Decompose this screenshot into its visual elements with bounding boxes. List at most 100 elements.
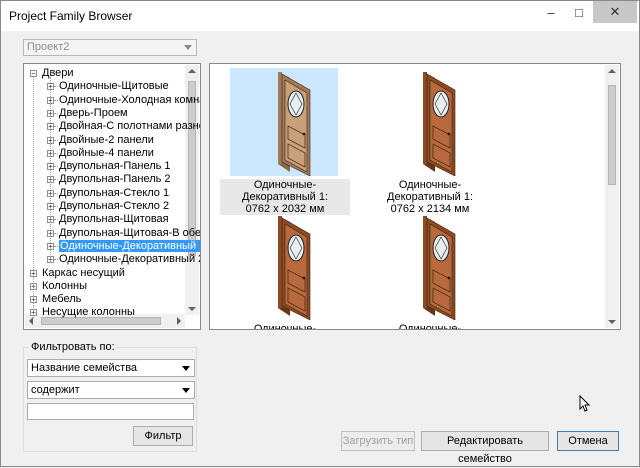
scroll-down-icon[interactable] bbox=[188, 307, 196, 311]
tree-item-label: Двери bbox=[42, 67, 74, 79]
thumbnail-caption: Одиночные-Декоративный 1: bbox=[398, 323, 462, 330]
tree-guide-line bbox=[54, 126, 58, 128]
chevron-down-icon bbox=[182, 388, 190, 393]
tree-item-label: Колонны bbox=[42, 279, 87, 292]
load-type-button[interactable]: Загрузить тип bbox=[341, 431, 415, 451]
title-bar: Project Family Browser – □ ✕ bbox=[1, 1, 639, 31]
minimize-icon: – bbox=[547, 4, 555, 20]
tree-item[interactable]: Двупольная-Стекло 2 bbox=[59, 200, 169, 213]
filter-text-input[interactable] bbox=[27, 403, 194, 420]
tree-guide-line bbox=[54, 206, 58, 207]
chevron-down-icon bbox=[184, 45, 192, 50]
tree-item-label: Одиночные-Декоративный 1 bbox=[59, 239, 200, 252]
tree-guide-line bbox=[54, 112, 58, 114]
tree-item[interactable]: Мебель bbox=[42, 293, 81, 306]
mouse-cursor-icon bbox=[579, 395, 591, 412]
scroll-right-icon[interactable] bbox=[177, 317, 181, 325]
expand-icon[interactable]: + bbox=[47, 176, 54, 184]
tree-guide-line bbox=[54, 152, 58, 154]
close-button[interactable]: ✕ bbox=[593, 1, 637, 23]
filter-button[interactable]: Фильтр bbox=[133, 426, 193, 446]
expand-icon[interactable]: + bbox=[47, 189, 54, 197]
tree-guide-line bbox=[54, 99, 58, 101]
chevron-down-icon bbox=[182, 366, 190, 371]
tree-item[interactable]: Дверь-Проем bbox=[59, 107, 128, 120]
tree-guide-line bbox=[54, 166, 58, 168]
project-family-browser-window: Project Family Browser – □ ✕ Проект2 − Дв… bbox=[0, 0, 640, 467]
tree-item[interactable]: Двупольная-Панель 1 bbox=[59, 160, 171, 173]
tree-item[interactable]: Несущие колонны bbox=[42, 306, 135, 319]
scroll-up-icon[interactable] bbox=[608, 69, 616, 73]
project-select[interactable]: Проект2 bbox=[23, 39, 197, 56]
tree-item-label: Двойная-С полотнами разной bbox=[59, 120, 201, 133]
door-thumbnail-image bbox=[375, 212, 483, 321]
thumbnail-caption: Одиночные-Декоративный 1: 0762 x 2032 мм bbox=[220, 179, 350, 215]
expand-icon[interactable]: + bbox=[47, 203, 54, 211]
expand-icon[interactable]: + bbox=[30, 296, 37, 304]
tree-item[interactable]: Одиночные-Щитовые bbox=[59, 80, 169, 93]
tree-item[interactable]: Колонны bbox=[42, 280, 87, 293]
filter-condition-select[interactable]: содержит bbox=[27, 381, 195, 399]
maximize-icon: □ bbox=[575, 4, 583, 20]
tree-guide-line bbox=[54, 179, 58, 181]
filter-field-value: Название семейства bbox=[31, 362, 138, 374]
scroll-up-icon[interactable] bbox=[188, 69, 196, 73]
expand-icon[interactable]: + bbox=[47, 242, 54, 250]
tree-item-doors[interactable]: Двери bbox=[42, 67, 74, 80]
expand-icon[interactable]: + bbox=[47, 83, 54, 91]
tree-item[interactable]: Двупольная-Щитовая-В обе с bbox=[59, 226, 201, 240]
expand-icon[interactable]: + bbox=[30, 282, 37, 290]
expand-icon[interactable]: + bbox=[47, 256, 54, 264]
filter-field-select[interactable]: Название семейства bbox=[27, 359, 195, 377]
tree-item-label: Двупольная-Панель 2 bbox=[59, 173, 171, 186]
tree-guide-line bbox=[54, 259, 58, 261]
tree-item[interactable]: Одиночные-Декоративный 1 bbox=[59, 239, 200, 253]
expand-icon[interactable]: + bbox=[47, 96, 54, 104]
tree-item[interactable]: Двупольная-Щитовая bbox=[59, 213, 169, 226]
tree-item[interactable]: Двойные-2 панели bbox=[59, 134, 154, 147]
tree-item-label: Двупольная-Стекло 2 bbox=[59, 200, 170, 212]
expand-icon[interactable]: + bbox=[30, 309, 37, 317]
edit-family-button[interactable]: Редактировать семейство bbox=[421, 431, 549, 465]
tree-item-label: Двойные-4 панели bbox=[59, 146, 154, 159]
tree-item-label: Двойные-2 панели bbox=[59, 133, 154, 146]
cancel-button[interactable]: Отмена bbox=[557, 431, 619, 451]
tree-item-label: Двупольная-Щитовая bbox=[59, 213, 169, 226]
filter-group-label: Фильтровать по: bbox=[29, 341, 117, 353]
tree-guide-line bbox=[54, 192, 58, 194]
scroll-down-icon[interactable] bbox=[608, 320, 616, 324]
minimize-button[interactable]: – bbox=[537, 1, 565, 23]
preview-scroll-thumb[interactable] bbox=[608, 85, 616, 185]
family-tree[interactable]: − Двери + Одиночные-Щитовые + Одиночные-Холод… bbox=[23, 63, 201, 330]
expand-icon[interactable]: + bbox=[47, 149, 54, 157]
maximize-button[interactable]: □ bbox=[565, 1, 593, 23]
tree-item[interactable]: Двойная-С полотнами разной bbox=[59, 120, 201, 133]
tree-item-label: Несущие колонны bbox=[42, 306, 135, 319]
tree-item-label: Мебель bbox=[42, 293, 82, 306]
tree-guide-line bbox=[54, 219, 58, 221]
door-thumbnail-image bbox=[230, 212, 338, 321]
thumbnail-caption: Одиночные-Декоративный 1: 0762 x 2134 мм bbox=[387, 179, 473, 215]
expand-icon[interactable]: + bbox=[47, 123, 54, 131]
expand-icon[interactable]: + bbox=[47, 163, 54, 171]
family-preview-panel[interactable]: Одиночные-Декоративный 1: 0762 x 2032 мм… bbox=[209, 63, 621, 330]
tree-item[interactable]: Каркас несущий bbox=[42, 267, 125, 280]
tree-guide-line bbox=[54, 139, 58, 141]
tree-item[interactable]: Двупольная-Стекло 1 bbox=[59, 187, 169, 200]
filter-condition-value: содержит bbox=[31, 384, 80, 396]
tree-item-label: Двупольная-Щитовая-В обе с bbox=[59, 226, 201, 239]
expand-icon[interactable]: + bbox=[47, 136, 54, 144]
preview-vertical-scrollbar[interactable] bbox=[605, 65, 619, 328]
expand-icon[interactable]: + bbox=[47, 216, 54, 224]
tree-item[interactable]: Одиночные-Холодная комнатa bbox=[59, 94, 200, 107]
expand-icon[interactable]: + bbox=[47, 109, 54, 117]
tree-item[interactable]: Одиночные-Декоративный 2 bbox=[59, 253, 200, 266]
tree-guide-line bbox=[54, 232, 58, 234]
tree-item[interactable]: Двупольная-Панель 2 bbox=[59, 173, 171, 186]
collapse-icon[interactable]: − bbox=[30, 70, 37, 78]
expand-icon[interactable]: + bbox=[30, 269, 37, 277]
expand-icon[interactable]: + bbox=[47, 229, 54, 237]
tree-item-label: Двупольная-Стекло 1 bbox=[59, 186, 170, 199]
tree-guide-line bbox=[54, 245, 58, 247]
tree-item[interactable]: Двойные-4 панели bbox=[59, 147, 154, 160]
